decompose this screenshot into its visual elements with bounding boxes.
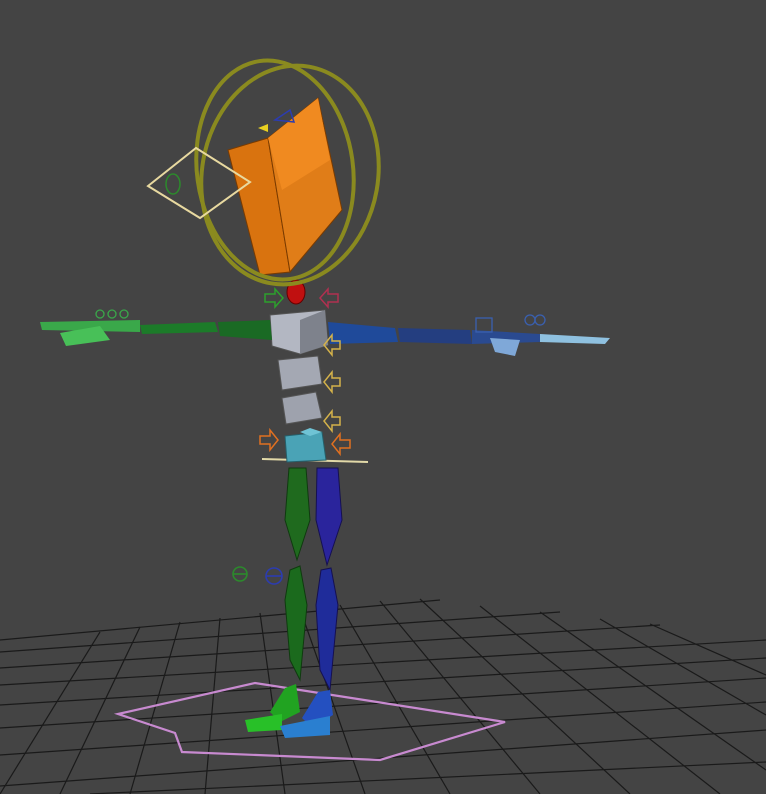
ground-grid: [0, 598, 766, 794]
helper-circle-icon: [165, 173, 181, 195]
viewport-scene[interactable]: [0, 0, 766, 794]
knee-helpers[interactable]: [232, 566, 283, 585]
right-arm[interactable]: [328, 322, 610, 356]
left-arm[interactable]: [40, 320, 272, 346]
3d-viewport[interactable]: [0, 0, 766, 794]
head-pivot-marker[interactable]: [258, 124, 268, 132]
spine[interactable]: [269, 309, 329, 425]
left-leg[interactable]: [245, 467, 311, 732]
pelvis[interactable]: [261, 428, 369, 463]
